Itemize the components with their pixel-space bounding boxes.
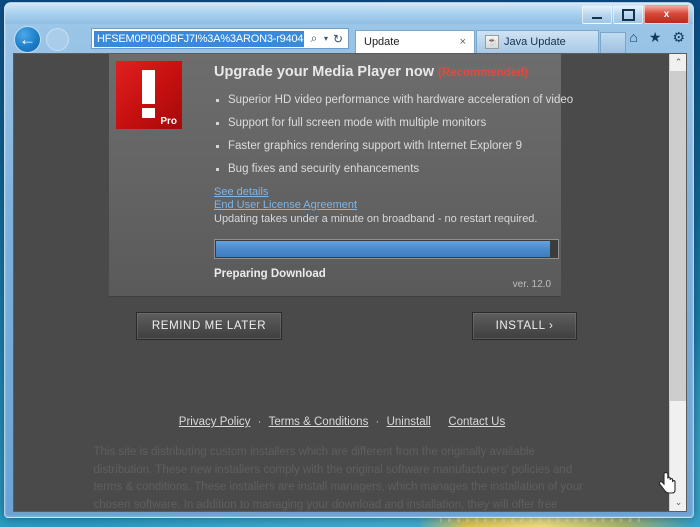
address-bar[interactable]: HFSEM0PI09DBFJ7I%3A%3ARON3-r9404-t22 ⌕ ▾…: [91, 28, 349, 49]
java-favicon-icon: ☕: [485, 35, 499, 49]
action-button-row: REMIND ME LATER INSTALL ›: [109, 312, 577, 342]
favorites-star-icon[interactable]: ★: [649, 30, 662, 44]
tab-update[interactable]: Update ×: [355, 30, 475, 53]
page-viewport: Pro Upgrade your Media Player now (Recom…: [13, 53, 687, 512]
list-item: Superior HD video performance with hardw…: [214, 94, 573, 106]
forward-arrow-icon: →: [50, 31, 65, 47]
offer-panel: Pro Upgrade your Media Player now (Recom…: [109, 54, 573, 297]
footer-separator: [438, 416, 441, 428]
minimize-icon: [592, 16, 602, 19]
back-arrow-icon: ←: [19, 30, 36, 49]
alert-pro-badge-icon: Pro: [116, 61, 182, 129]
browser-toolbar-icons: ⌂ ★ ⚙: [629, 30, 685, 44]
privacy-policy-link[interactable]: Privacy Policy: [179, 416, 251, 428]
offer-recommended-label: (Recommended): [438, 67, 529, 79]
list-item: Support for full screen mode with multip…: [214, 117, 554, 129]
scroll-up-arrow-icon[interactable]: ⌃: [670, 54, 686, 71]
tab-close-icon[interactable]: ×: [460, 36, 466, 48]
pro-badge-label: Pro: [160, 116, 177, 127]
browser-navigation-bar: ← → HFSEM0PI09DBFJ7I%3A%3ARON3-r9404-t22…: [5, 24, 693, 53]
minimize-button[interactable]: [582, 5, 612, 24]
download-progress-fill: [216, 241, 551, 257]
eula-link[interactable]: End User License Agreement: [214, 199, 357, 211]
scrollbar-thumb[interactable]: [670, 71, 686, 401]
exclamation-dot-icon: [142, 108, 155, 118]
install-button[interactable]: INSTALL ›: [472, 312, 577, 340]
exclamation-bar-icon: [142, 70, 155, 104]
window-titlebar[interactable]: x: [5, 3, 693, 24]
remind-me-later-button[interactable]: REMIND ME LATER: [136, 312, 282, 340]
back-button[interactable]: ←: [14, 26, 41, 53]
new-tab-button[interactable]: [600, 32, 626, 53]
address-input[interactable]: HFSEM0PI09DBFJ7I%3A%3ARON3-r9404-t22: [94, 30, 304, 47]
uninstall-link[interactable]: Uninstall: [387, 416, 431, 428]
scroll-down-arrow-icon[interactable]: ⌄: [670, 494, 686, 511]
terms-conditions-link[interactable]: Terms & Conditions: [269, 416, 369, 428]
footer-links: Privacy Policy · Terms & Conditions · Un…: [14, 416, 670, 428]
download-progress-bar: [214, 239, 559, 259]
close-icon: x: [663, 9, 670, 20]
tab-label: Update: [364, 36, 400, 48]
see-details-link[interactable]: See details: [214, 186, 268, 198]
forward-button[interactable]: →: [46, 28, 69, 51]
footer-separator: ·: [257, 416, 262, 428]
offer-note: Updating takes under a minute on broadba…: [214, 213, 538, 225]
list-item: Bug fixes and security enhancements: [214, 163, 554, 175]
web-page-content: Pro Upgrade your Media Player now (Recom…: [14, 54, 670, 511]
disclaimer-text: This site is distributing custom install…: [93, 446, 583, 511]
tab-strip: Update × ☕ Java Update: [355, 28, 626, 53]
feature-list: Superior HD video performance with hardw…: [214, 94, 573, 175]
offer-body: Upgrade your Media Player now (Recommend…: [214, 64, 573, 280]
tab-java-update[interactable]: ☕ Java Update: [476, 30, 599, 53]
close-button[interactable]: x: [644, 5, 689, 24]
list-item: Faster graphics rendering support with I…: [214, 140, 554, 152]
page-footer: Privacy Policy · Terms & Conditions · Un…: [14, 416, 670, 511]
maximize-icon: [621, 8, 635, 21]
maximize-button[interactable]: [613, 5, 643, 24]
tab-label: Java Update: [504, 36, 566, 48]
home-icon[interactable]: ⌂: [629, 30, 637, 44]
search-icon[interactable]: ⌕: [304, 31, 324, 46]
settings-gear-icon[interactable]: ⚙: [672, 30, 685, 44]
refresh-icon[interactable]: ↻: [328, 32, 348, 46]
window-controls: x: [582, 5, 689, 24]
offer-title: Upgrade your Media Player now (Recommend…: [214, 64, 554, 80]
footer-separator: ·: [375, 416, 380, 428]
contact-us-link[interactable]: Contact Us: [448, 416, 505, 428]
download-status-text: Preparing Download: [214, 268, 326, 280]
vertical-scrollbar[interactable]: ⌃ ⌄: [669, 54, 686, 511]
offer-title-text: Upgrade your Media Player now: [214, 64, 434, 80]
browser-window: x ← → HFSEM0PI09DBFJ7I%3A%3ARON3-r9404-t…: [4, 2, 694, 518]
version-label: ver. 12.0: [512, 279, 551, 290]
